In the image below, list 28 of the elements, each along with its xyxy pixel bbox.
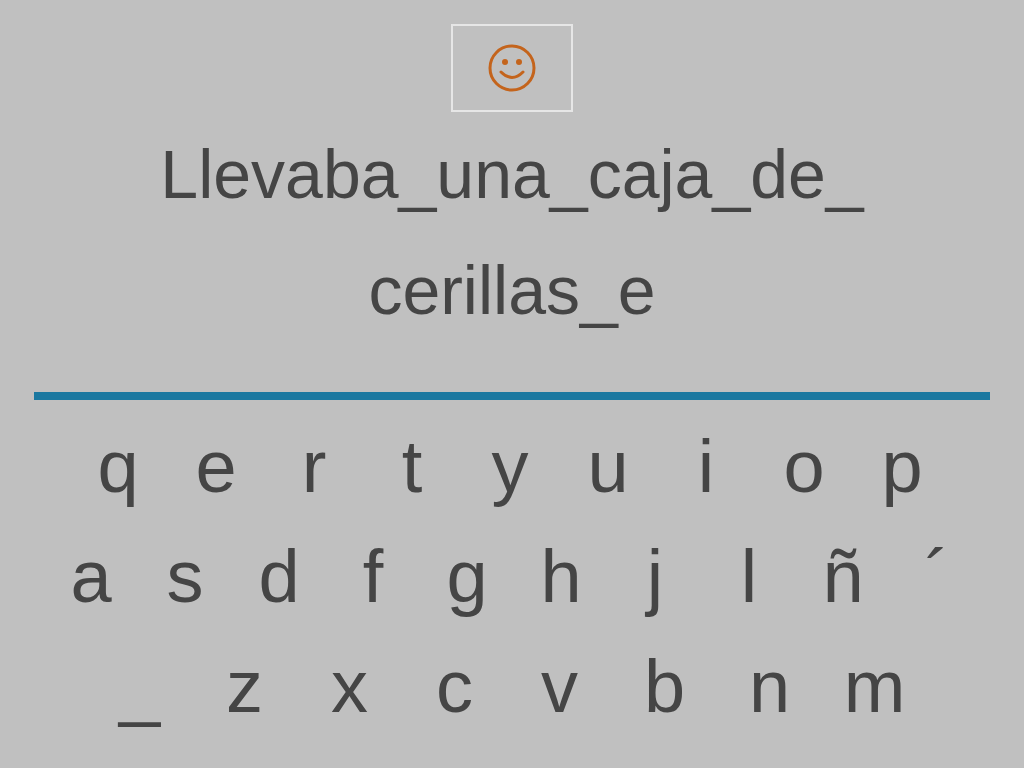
letter-key[interactable]: s	[138, 528, 232, 626]
letter-key[interactable]: u	[559, 418, 657, 516]
letter-key[interactable]: d	[232, 528, 326, 626]
letter-key[interactable]: q	[69, 418, 167, 516]
letter-key[interactable]: _	[87, 638, 192, 736]
letter-key[interactable]: e	[167, 418, 265, 516]
letter-key[interactable]: f	[326, 528, 420, 626]
letter-key[interactable]: i	[657, 418, 755, 516]
letter-key[interactable]: p	[853, 418, 951, 516]
letter-key[interactable]: c	[402, 638, 507, 736]
letter-key[interactable]: o	[755, 418, 853, 516]
letter-key[interactable]: y	[461, 418, 559, 516]
smiley-icon	[487, 43, 537, 93]
letter-key[interactable]: r	[265, 418, 363, 516]
letter-key[interactable]: b	[612, 638, 717, 736]
letter-key[interactable]: z	[192, 638, 297, 736]
letter-key[interactable]: l	[702, 528, 796, 626]
letter-key[interactable]: ñ	[796, 528, 890, 626]
letter-key[interactable]: j	[608, 528, 702, 626]
letter-key[interactable]: h	[514, 528, 608, 626]
letter-key[interactable]: n	[717, 638, 822, 736]
letter-key[interactable]: v	[507, 638, 612, 736]
letter-key[interactable]: m	[822, 638, 927, 736]
letter-key[interactable]: a	[44, 528, 138, 626]
letter-key[interactable]: t	[363, 418, 461, 516]
letter-key[interactable]: ´	[890, 528, 984, 626]
letter-key[interactable]: g	[420, 528, 514, 626]
letter-key[interactable]: x	[297, 638, 402, 736]
